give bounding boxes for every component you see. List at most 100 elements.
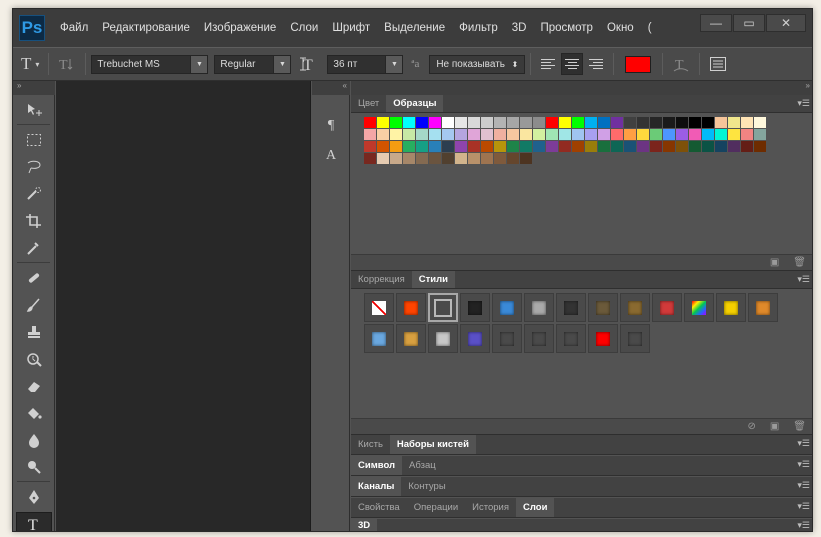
tab-brush-presets[interactable]: Наборы кистей — [389, 435, 476, 454]
color-swatch[interactable] — [507, 129, 519, 140]
antialias-select[interactable]: Не показывать ⬍ — [429, 54, 526, 74]
color-swatch[interactable] — [520, 141, 532, 152]
style-preset[interactable] — [524, 324, 554, 353]
panel-menu-icon[interactable]: ▾☰ — [797, 520, 810, 531]
font-size-field[interactable]: 36 пт ▼ — [327, 54, 404, 74]
tab-adjustments[interactable]: Коррекция — [351, 271, 412, 288]
color-swatch[interactable] — [390, 117, 402, 128]
color-swatch[interactable] — [728, 117, 740, 128]
warp-text-icon[interactable]: T — [672, 55, 690, 73]
tab-brush[interactable]: Кисть — [351, 435, 390, 454]
color-swatch[interactable] — [676, 117, 688, 128]
style-preset[interactable] — [364, 324, 394, 353]
menu-view[interactable]: Просмотр — [533, 22, 600, 34]
color-swatch[interactable] — [390, 153, 402, 164]
style-preset[interactable] — [620, 324, 650, 353]
color-swatch[interactable] — [624, 117, 636, 128]
color-swatch[interactable] — [728, 141, 740, 152]
color-swatch[interactable] — [455, 153, 467, 164]
color-swatch[interactable] — [650, 117, 662, 128]
color-swatch[interactable] — [663, 141, 675, 152]
color-swatch[interactable] — [507, 141, 519, 152]
style-preset[interactable] — [684, 293, 714, 322]
color-swatch[interactable] — [481, 153, 493, 164]
eyedropper-tool-icon[interactable] — [16, 236, 52, 260]
color-swatch[interactable] — [637, 117, 649, 128]
color-swatch[interactable] — [689, 129, 701, 140]
color-swatch[interactable] — [403, 141, 415, 152]
tab-properties[interactable]: Свойства — [351, 498, 407, 517]
style-preset[interactable] — [428, 293, 458, 322]
color-swatch[interactable] — [741, 141, 753, 152]
style-preset[interactable] — [460, 324, 490, 353]
color-swatch[interactable] — [546, 117, 558, 128]
style-preset[interactable] — [556, 324, 586, 353]
color-swatch[interactable] — [507, 117, 519, 128]
color-swatch[interactable] — [403, 153, 415, 164]
panel-menu-icon[interactable]: ▾☰ — [797, 274, 810, 285]
color-swatch[interactable] — [533, 141, 545, 152]
close-button[interactable]: ✕ — [766, 14, 806, 32]
color-swatch[interactable] — [364, 129, 376, 140]
color-swatch[interactable] — [468, 153, 480, 164]
healing-brush-tool-icon[interactable] — [16, 266, 52, 290]
panels-collapse-handle[interactable]: » — [351, 81, 812, 95]
paragraph-panel-icon[interactable]: ¶ — [316, 113, 346, 139]
color-swatch[interactable] — [429, 117, 441, 128]
color-swatch[interactable] — [598, 141, 610, 152]
move-tool-icon[interactable] — [16, 98, 52, 122]
color-swatch[interactable] — [481, 141, 493, 152]
panel-menu-icon[interactable]: ▾☰ — [797, 480, 810, 491]
color-swatch[interactable] — [520, 129, 532, 140]
color-swatch[interactable] — [624, 129, 636, 140]
color-swatch[interactable] — [702, 129, 714, 140]
color-swatch[interactable] — [741, 117, 753, 128]
color-swatch[interactable] — [390, 141, 402, 152]
color-swatch[interactable] — [468, 117, 480, 128]
color-swatch[interactable] — [494, 153, 506, 164]
color-swatch[interactable] — [494, 117, 506, 128]
document-canvas-area[interactable] — [56, 81, 311, 531]
align-right-button[interactable] — [585, 53, 607, 75]
color-swatch[interactable] — [572, 117, 584, 128]
menu-image[interactable]: Изображение — [197, 22, 283, 34]
color-swatch[interactable] — [364, 153, 376, 164]
paint-bucket-tool-icon[interactable] — [16, 401, 52, 425]
color-swatch[interactable] — [364, 141, 376, 152]
new-swatch-icon[interactable]: ▣ — [770, 257, 779, 268]
color-swatch[interactable] — [377, 141, 389, 152]
color-swatch[interactable] — [481, 129, 493, 140]
minidock-collapse-handle[interactable]: « — [312, 81, 350, 95]
color-swatch[interactable] — [377, 153, 389, 164]
color-swatch[interactable] — [754, 117, 766, 128]
color-swatch[interactable] — [520, 117, 532, 128]
text-color-swatch[interactable] — [625, 55, 652, 73]
menu-type[interactable]: Шрифт — [325, 22, 377, 34]
color-swatch[interactable] — [689, 141, 701, 152]
color-swatch[interactable] — [390, 129, 402, 140]
color-swatch[interactable] — [546, 141, 558, 152]
color-swatch[interactable] — [429, 141, 441, 152]
brush-tool-icon[interactable] — [16, 293, 52, 317]
color-swatch[interactable] — [455, 129, 467, 140]
menu-help-truncated[interactable]: ( — [641, 22, 659, 34]
character-panel-toggle-icon[interactable] — [709, 56, 727, 72]
menu-layers[interactable]: Слои — [283, 22, 325, 34]
trash-icon[interactable]: 🗑 — [793, 257, 806, 268]
color-swatch[interactable] — [637, 129, 649, 140]
maximize-button[interactable]: ▭ — [733, 14, 765, 32]
color-swatch[interactable] — [494, 141, 506, 152]
style-preset[interactable] — [524, 293, 554, 322]
color-swatch[interactable] — [403, 117, 415, 128]
history-brush-tool-icon[interactable] — [16, 347, 52, 371]
color-swatch[interactable] — [585, 141, 597, 152]
tab-styles[interactable]: Стили — [411, 271, 455, 288]
menu-filter[interactable]: Фильтр — [452, 22, 505, 34]
color-swatch[interactable] — [533, 129, 545, 140]
trash-icon[interactable]: 🗑 — [793, 421, 806, 432]
color-swatch[interactable] — [559, 117, 571, 128]
color-swatch[interactable] — [715, 117, 727, 128]
clear-style-icon[interactable]: ⊘ — [747, 421, 755, 432]
style-preset[interactable] — [364, 293, 394, 322]
panel-menu-icon[interactable]: ▾☰ — [797, 438, 810, 449]
